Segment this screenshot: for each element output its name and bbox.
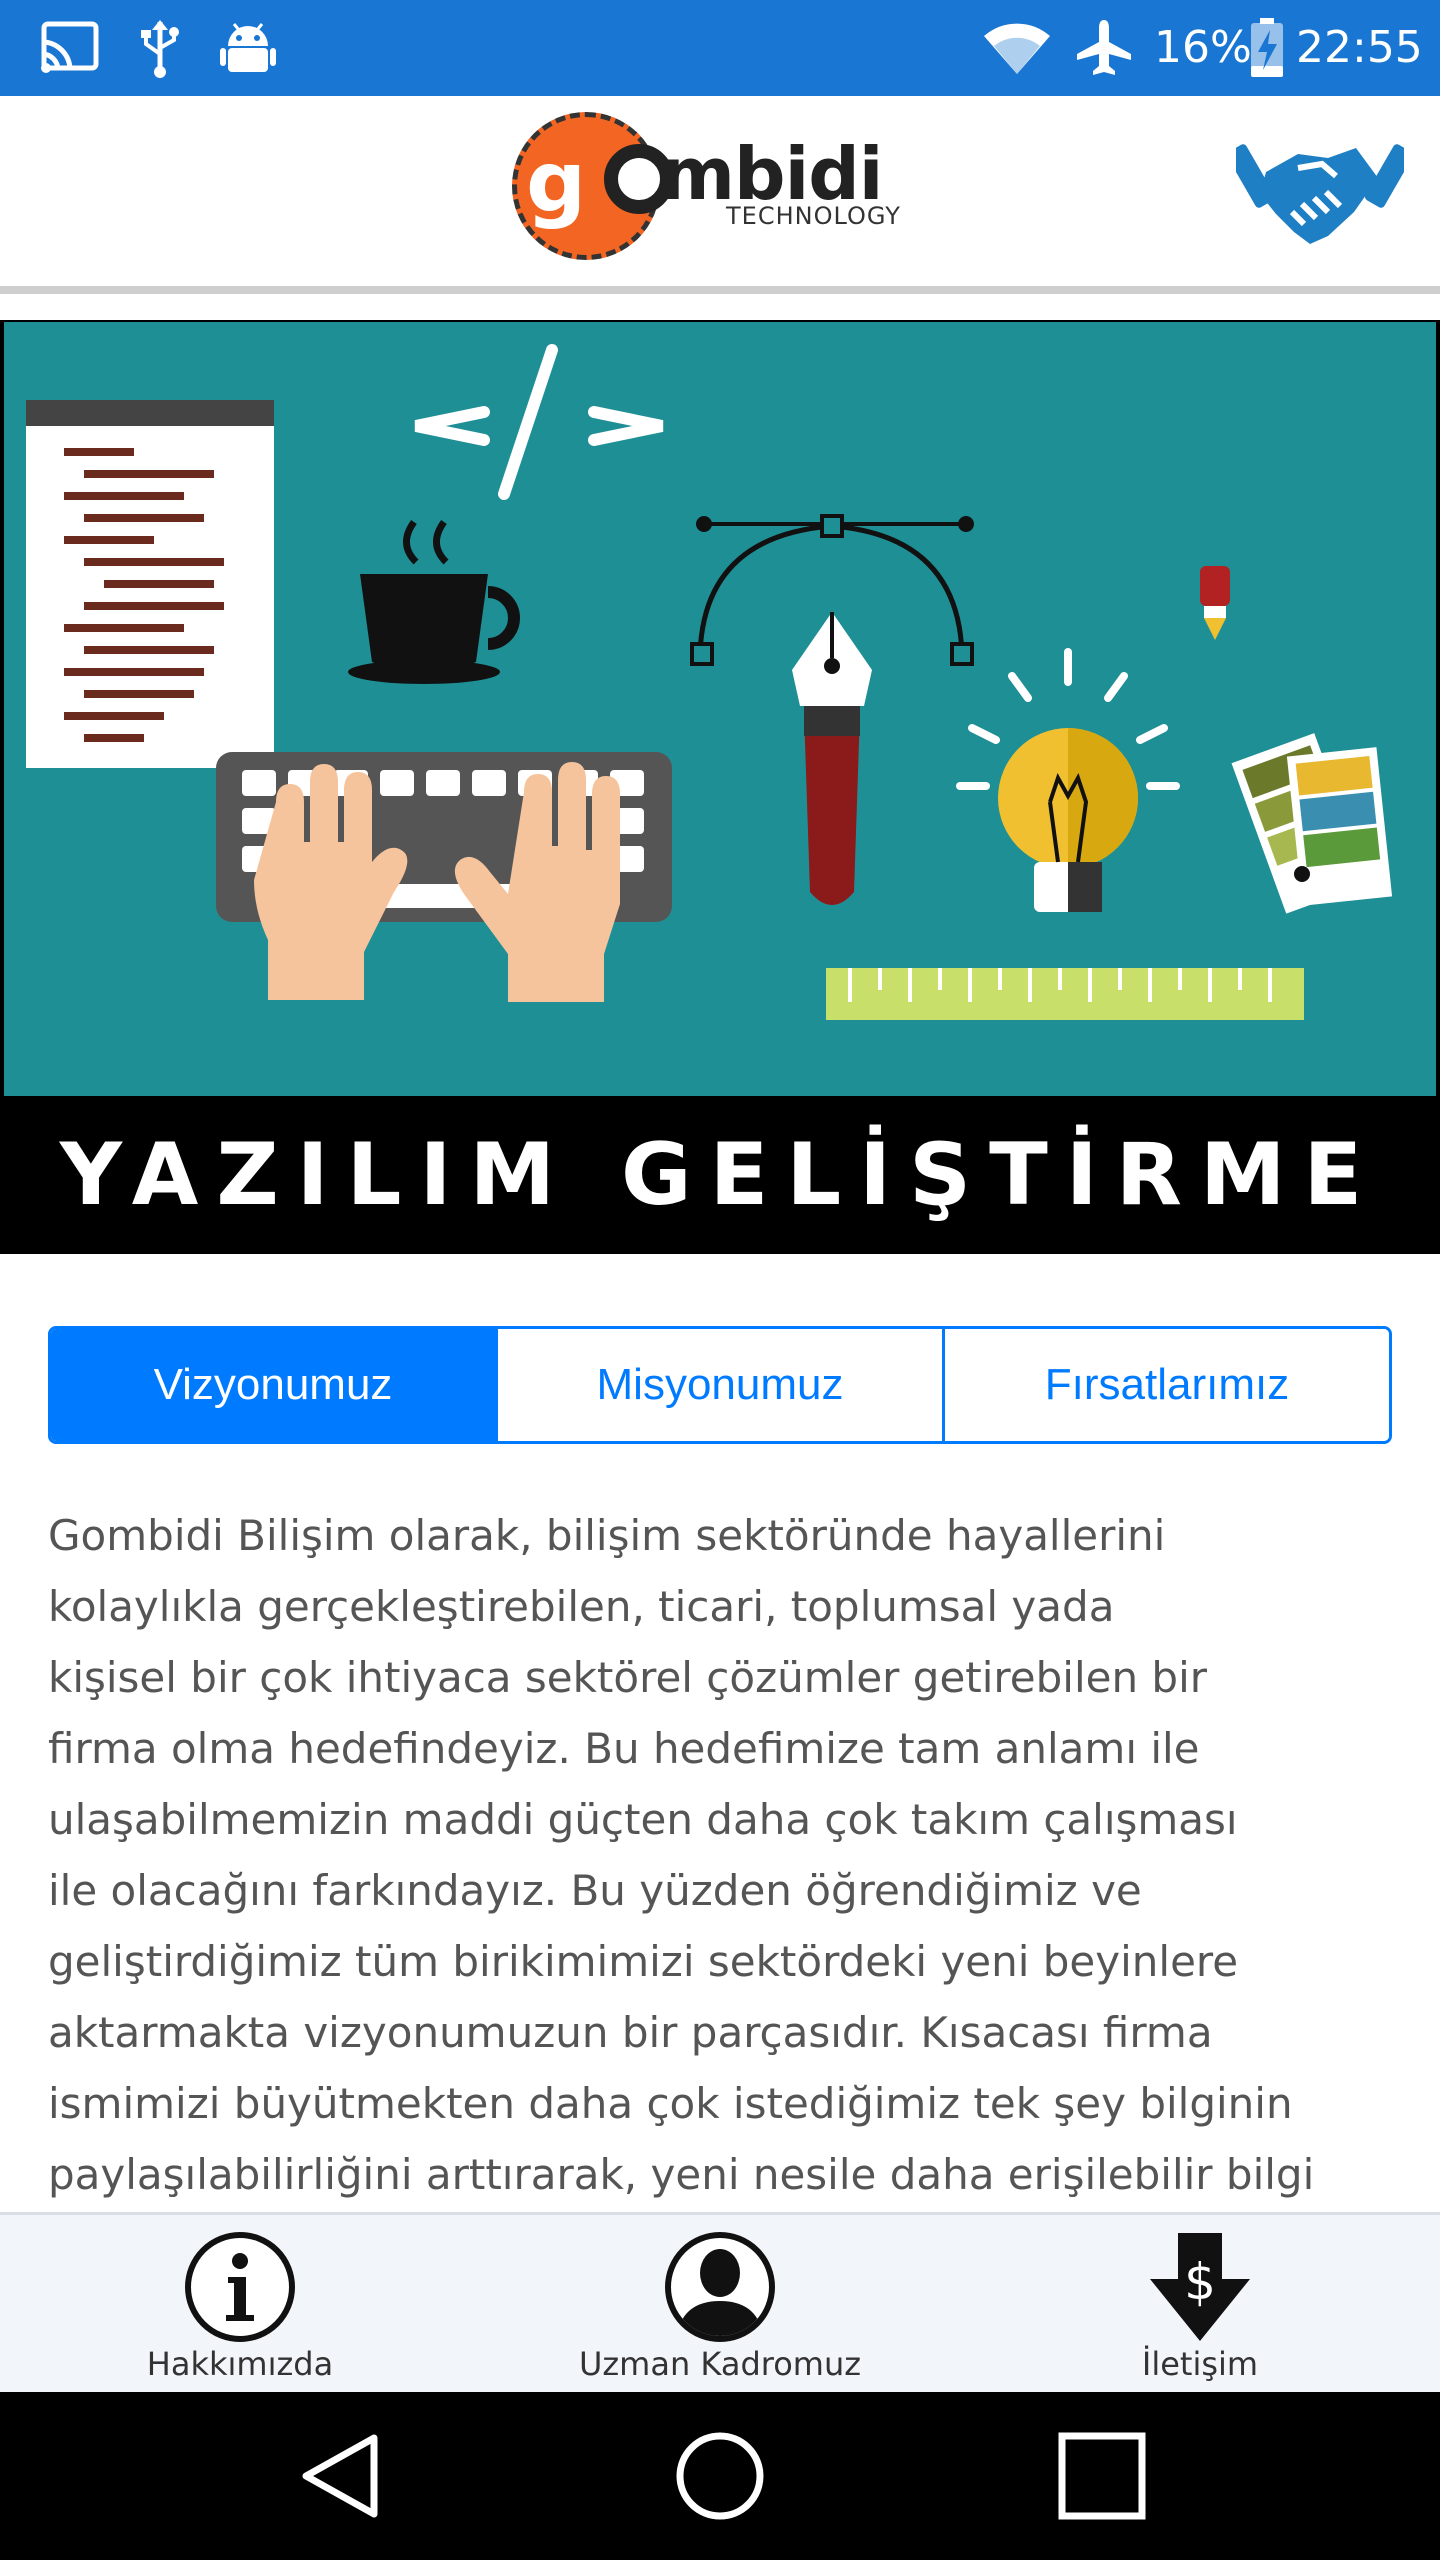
text-line: geliştirdiğimiz tüm birikimimizi sektörd… [48,1937,1239,1986]
banner-illustration [4,322,1436,1096]
tab-firsatlarimiz[interactable]: Fırsatlarımız [945,1329,1389,1441]
info-icon [185,2232,295,2342]
nav-iletisim[interactable]: $ İletişim [960,2215,1440,2392]
airplane-icon [1077,20,1131,75]
logo-wordmark: mbidi [660,132,883,216]
handshake-icon[interactable] [1236,128,1404,256]
battery-charging-icon [1251,18,1283,77]
usb-icon [141,20,179,78]
text-line: firma olma hedefindeyiz. Bu hedefimize t… [48,1724,1200,1773]
gombidi-logo: g mbidi TECHNOLOGY [512,110,922,260]
person-icon [665,2232,775,2342]
header-gap [0,294,1440,320]
back-icon[interactable] [292,2428,388,2524]
vision-text: Gombidi Bilişim olarak, bilişim sektörün… [48,1500,1392,2212]
svg-text:$: $ [1184,2253,1216,2311]
banner: YAZILIM GELİŞTİRME [0,320,1440,1254]
text-line: ulaşabilmemizin maddi güçten daha çok ta… [48,1795,1238,1844]
text-line: ile olacağını farkındayız. Bu yüzden öğr… [48,1866,1142,1915]
bottom-navigation: Hakkımızda Uzman Kadromuz $ İletişim [0,2212,1440,2392]
header-divider [0,286,1440,294]
home-icon[interactable] [672,2428,768,2524]
status-bar: 16% 22:55 [0,0,1440,96]
tab-vizyonumuz[interactable]: Vizyonumuz [51,1329,498,1441]
text-line: aktarmakta vizyonumuzun bir parçasıdır. … [48,2008,1213,2057]
segmented-tabs: Vizyonumuz Misyonumuz Fırsatlarımız [48,1326,1392,1444]
logo-letter-g: g [526,133,587,231]
nav-uzman-kadromuz[interactable]: Uzman Kadromuz [480,2215,960,2392]
text-line: Gombidi Bilişim olarak, bilişim sektörün… [48,1511,1166,1560]
logo-subtitle: TECHNOLOGY [726,202,901,230]
nav-label: Uzman Kadromuz [578,2345,862,2383]
system-navigation-bar [0,2392,1440,2560]
text-line: kolaylıkla gerçekleştirebilen, ticari, t… [48,1582,1115,1631]
clock: 22:55 [1296,22,1423,73]
dollar-download-icon: $ [1150,2233,1250,2341]
text-line: paylaşılabilirliğini arttırarak, yeni ne… [48,2150,1315,2199]
nav-label: Hakkımızda [146,2345,334,2383]
android-icon [220,23,276,72]
nav-label: İletişim [1141,2345,1259,2383]
cast-icon [41,21,99,73]
text-line: kişisel bir çok ihtiyaca sektörel çözüml… [48,1653,1208,1702]
recents-icon[interactable] [1054,2428,1150,2524]
wifi-icon [984,23,1050,74]
banner-title: YAZILIM GELİŞTİRME [59,1125,1381,1225]
text-line: ismimizi büyütmekten daha çok istediğimi… [48,2079,1293,2128]
nav-hakkimizda[interactable]: Hakkımızda [0,2215,480,2392]
battery-percent: 16% [1154,22,1252,73]
tab-misyonumuz[interactable]: Misyonumuz [498,1329,945,1441]
